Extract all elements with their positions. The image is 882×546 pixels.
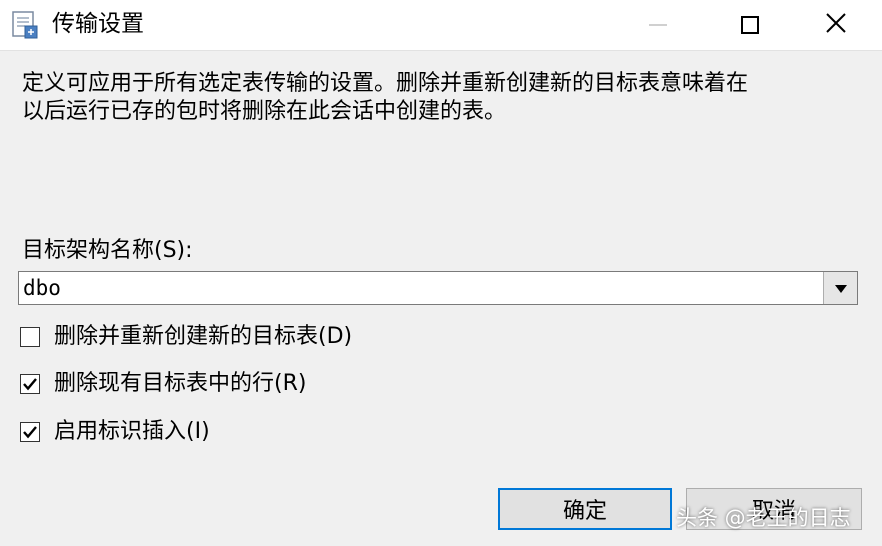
option-delete-rows[interactable]: 删除现有目标表中的行(R) [20,369,306,399]
option-identity-insert[interactable]: 启用标识插入(I) [20,417,210,447]
minimize-button[interactable] [612,0,704,50]
option-recreate-table[interactable]: 删除并重新创建新的目标表(D) [20,322,352,352]
maximize-icon [741,16,759,34]
description-line-1: 定义可应用于所有选定表传输的设置。删除并重新创建新的目标表意味着在 [22,71,749,96]
close-icon [825,12,847,38]
checkmark-icon [23,426,37,439]
chevron-down-icon [834,279,848,298]
schema-name-label: 目标架构名称(S): [22,238,193,263]
schema-name-combobox[interactable]: dbo [18,271,858,305]
close-button[interactable] [790,0,882,50]
watermark: 头条 @老王的日志 [676,506,851,530]
description-line-2: 以后运行已存的包时将删除在此会话中创建的表。 [22,99,507,124]
window-title: 传输设置 [52,11,144,37]
option-delete-rows-label: 删除现有目标表中的行(R) [54,371,307,396]
checkbox-recreate-table[interactable] [20,327,40,347]
option-identity-insert-label: 启用标识插入(I) [54,419,210,444]
maximize-button[interactable] [704,0,796,50]
minimize-icon [649,24,667,26]
description-text: 定义可应用于所有选定表传输的设置。删除并重新创建新的目标表意味着在 以后运行已存… [22,70,862,126]
dialog-settings-icon [10,10,40,40]
schema-dropdown-button[interactable] [823,272,857,304]
option-recreate-table-label: 删除并重新创建新的目标表(D) [54,324,353,349]
title-bar: 传输设置 [0,0,882,51]
schema-name-value[interactable]: dbo [23,274,61,302]
checkbox-delete-rows[interactable] [20,374,40,394]
checkbox-identity-insert[interactable] [20,422,40,442]
checkmark-icon [23,378,37,391]
ok-button[interactable]: 确定 [498,488,672,530]
